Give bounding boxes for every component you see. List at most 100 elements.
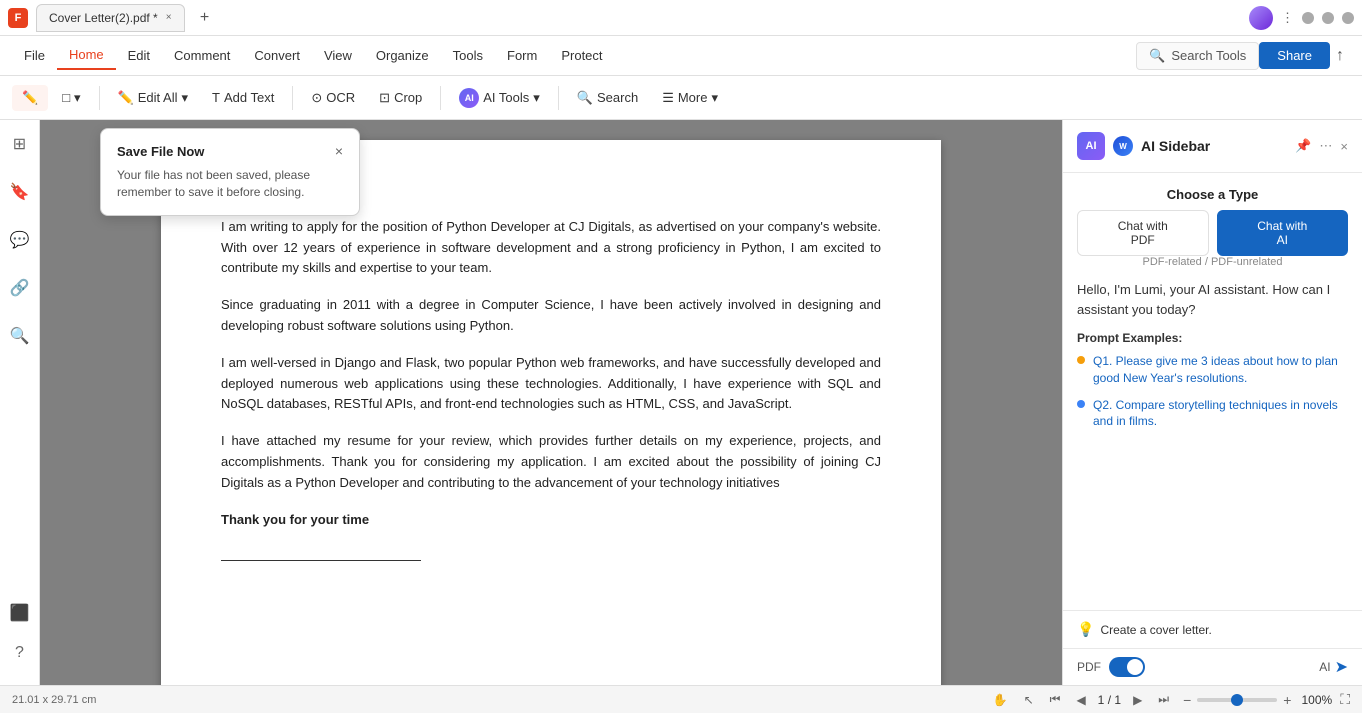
create-cover-text: Create a cover letter. <box>1100 623 1211 637</box>
search-tools-icon: 🔍 <box>1149 48 1165 64</box>
toolbar-separator-1 <box>99 86 100 110</box>
highlighter-tool-button[interactable]: ✏️ <box>12 85 48 111</box>
ai-tools-icon: AI <box>459 88 479 108</box>
crop-button[interactable]: ⊡ Crop <box>369 85 432 111</box>
zoom-value: 100% <box>1301 693 1332 707</box>
more-dropdown-icon: ▾ <box>711 90 718 106</box>
save-popup-title: Save File Now <box>117 144 204 159</box>
more-button[interactable]: ☰ More ▾ <box>652 85 728 111</box>
menu-item-edit[interactable]: Edit <box>116 42 162 69</box>
ai-close-icon[interactable]: × <box>1340 139 1348 154</box>
title-bar: F Cover Letter(2).pdf * × + ⋮ <box>0 0 1362 36</box>
search-tools-button[interactable]: 🔍 Search Tools <box>1136 42 1259 70</box>
highlighter-icon: ✏️ <box>22 90 38 106</box>
tab-close-button[interactable]: × <box>166 12 172 23</box>
save-popup-close-button[interactable]: × <box>335 143 343 159</box>
ocr-label: OCR <box>326 90 355 105</box>
shape-dropdown-icon: ▾ <box>74 90 81 106</box>
prompt-examples-label: Prompt Examples: <box>1077 331 1348 345</box>
total-pages: 1 <box>1114 693 1121 707</box>
menu-item-tools[interactable]: Tools <box>441 42 495 69</box>
choose-type-label: Choose a Type <box>1077 187 1348 202</box>
more-options-icon[interactable]: ⋮ <box>1281 10 1294 26</box>
select-tool-button[interactable]: ↖ <box>1020 691 1038 709</box>
menu-item-organize[interactable]: Organize <box>364 42 441 69</box>
zoom-out-button[interactable]: − <box>1181 690 1193 710</box>
nav-next-button[interactable]: ▶ <box>1129 691 1146 709</box>
window-close-button[interactable] <box>1342 12 1354 24</box>
pdf-ai-toggle[interactable] <box>1109 657 1145 677</box>
menu-item-protect[interactable]: Protect <box>549 42 614 69</box>
toggle-knob <box>1127 659 1143 675</box>
edit-all-dropdown-icon: ▾ <box>182 90 189 106</box>
menu-bar: File Home Edit Comment Convert View Orga… <box>0 36 1362 76</box>
toolbar-separator-2 <box>292 86 293 110</box>
ai-tools-button[interactable]: AI AI Tools ▾ <box>449 83 550 113</box>
ai-sidebar: AI W AI Sidebar 📌 ⋯ × Choose a Type Chat… <box>1062 120 1362 685</box>
search-button[interactable]: 🔍 Search <box>567 85 648 111</box>
ocr-icon: ⊙ <box>311 90 322 106</box>
zoom-thumb <box>1231 694 1243 706</box>
sidebar-icon-links[interactable]: 🔗 <box>4 272 36 304</box>
hand-tool-button[interactable]: ✋ <box>989 691 1012 709</box>
upload-icon[interactable]: ↑ <box>1330 43 1350 69</box>
zoom-in-button[interactable]: + <box>1281 690 1293 710</box>
ai-more-icon[interactable]: ⋯ <box>1319 138 1332 154</box>
window-minimize-button[interactable] <box>1302 12 1314 24</box>
crop-icon: ⊡ <box>379 90 390 106</box>
menu-item-file[interactable]: File <box>12 42 57 69</box>
pdf-toggle-label: PDF <box>1077 660 1101 674</box>
nav-first-button[interactable]: ⏮ <box>1046 690 1065 709</box>
add-text-icon: T <box>212 90 220 105</box>
edit-all-button[interactable]: ✏️ Edit All ▾ <box>108 85 198 111</box>
edit-all-label: Edit All <box>138 90 178 105</box>
status-center: ✋ ↖ ⏮ ◀ 1 / 1 ▶ ⏭ <box>989 690 1174 709</box>
sidebar-icon-bookmarks[interactable]: 🔖 <box>4 176 36 208</box>
menu-item-comment[interactable]: Comment <box>162 42 242 69</box>
send-button[interactable]: ➤ <box>1335 657 1348 677</box>
chat-type-row: Chat withPDF Chat withAI <box>1077 210 1348 256</box>
status-dimensions: 21.01 x 29.71 cm <box>12 694 981 706</box>
prompt-dot-2 <box>1077 400 1085 408</box>
ai-pin-icon[interactable]: 📌 <box>1295 138 1311 154</box>
menu-item-form[interactable]: Form <box>495 42 549 69</box>
menu-item-convert[interactable]: Convert <box>242 42 312 69</box>
add-text-button[interactable]: T Add Text <box>202 85 284 110</box>
nav-prev-button[interactable]: ◀ <box>1072 691 1089 709</box>
chat-with-pdf-button[interactable]: Chat withPDF <box>1077 210 1209 256</box>
chat-with-ai-button[interactable]: Chat withAI <box>1217 210 1349 256</box>
share-button[interactable]: Share <box>1259 42 1330 69</box>
expand-button[interactable]: ⛶ <box>1340 691 1350 708</box>
document-tab[interactable]: Cover Letter(2).pdf * × <box>36 4 185 32</box>
sidebar-icon-comments[interactable]: 💬 <box>4 224 36 256</box>
sidebar-icon-layers[interactable]: ⬛ <box>4 597 36 629</box>
prompt-text-1: Q1. Please give me 3 ideas about how to … <box>1093 353 1348 387</box>
toolbar-separator-4 <box>558 86 559 110</box>
sidebar-icon-search[interactable]: 🔍 <box>4 320 36 352</box>
prompt-item-2[interactable]: Q2. Compare storytelling techniques in n… <box>1077 397 1348 431</box>
sidebar-icon-help[interactable]: ? <box>4 637 36 669</box>
new-tab-button[interactable]: + <box>193 6 217 30</box>
prompt-item-1[interactable]: Q1. Please give me 3 ideas about how to … <box>1077 353 1348 387</box>
choose-type-section: Choose a Type Chat withPDF Chat withAI P… <box>1077 187 1348 268</box>
ocr-button[interactable]: ⊙ OCR <box>301 85 365 111</box>
zoom-slider[interactable] <box>1197 698 1277 702</box>
pdf-content: Korina, I am writing to apply for the po… <box>221 180 881 561</box>
window-maximize-button[interactable] <box>1322 12 1334 24</box>
shape-tool-button[interactable]: □ ▾ <box>52 85 90 111</box>
sidebar-icon-pages[interactable]: ⊞ <box>4 128 36 160</box>
crop-label: Crop <box>394 90 422 105</box>
nav-last-button[interactable]: ⏭ <box>1154 690 1173 709</box>
left-sidebar: ⊞ 🔖 💬 🔗 🔍 ⬛ ? <box>0 120 40 685</box>
menu-item-home[interactable]: Home <box>57 41 116 70</box>
ai-toggle-label: AI <box>1319 660 1330 674</box>
ai-header-icons: 📌 ⋯ × <box>1295 138 1348 154</box>
pdf-paragraph-1: I am writing to apply for the position o… <box>221 217 881 279</box>
menu-item-view[interactable]: View <box>312 42 364 69</box>
toggle-row: PDF AI ➤ <box>1063 648 1362 685</box>
ai-sidebar-title: AI Sidebar <box>1141 138 1287 154</box>
save-popup-message: Your file has not been saved, please rem… <box>117 167 343 201</box>
avatar <box>1249 6 1273 30</box>
save-file-popup: Save File Now × Your file has not been s… <box>100 128 360 216</box>
prompt-examples-section: Prompt Examples: Q1. Please give me 3 id… <box>1077 331 1348 430</box>
